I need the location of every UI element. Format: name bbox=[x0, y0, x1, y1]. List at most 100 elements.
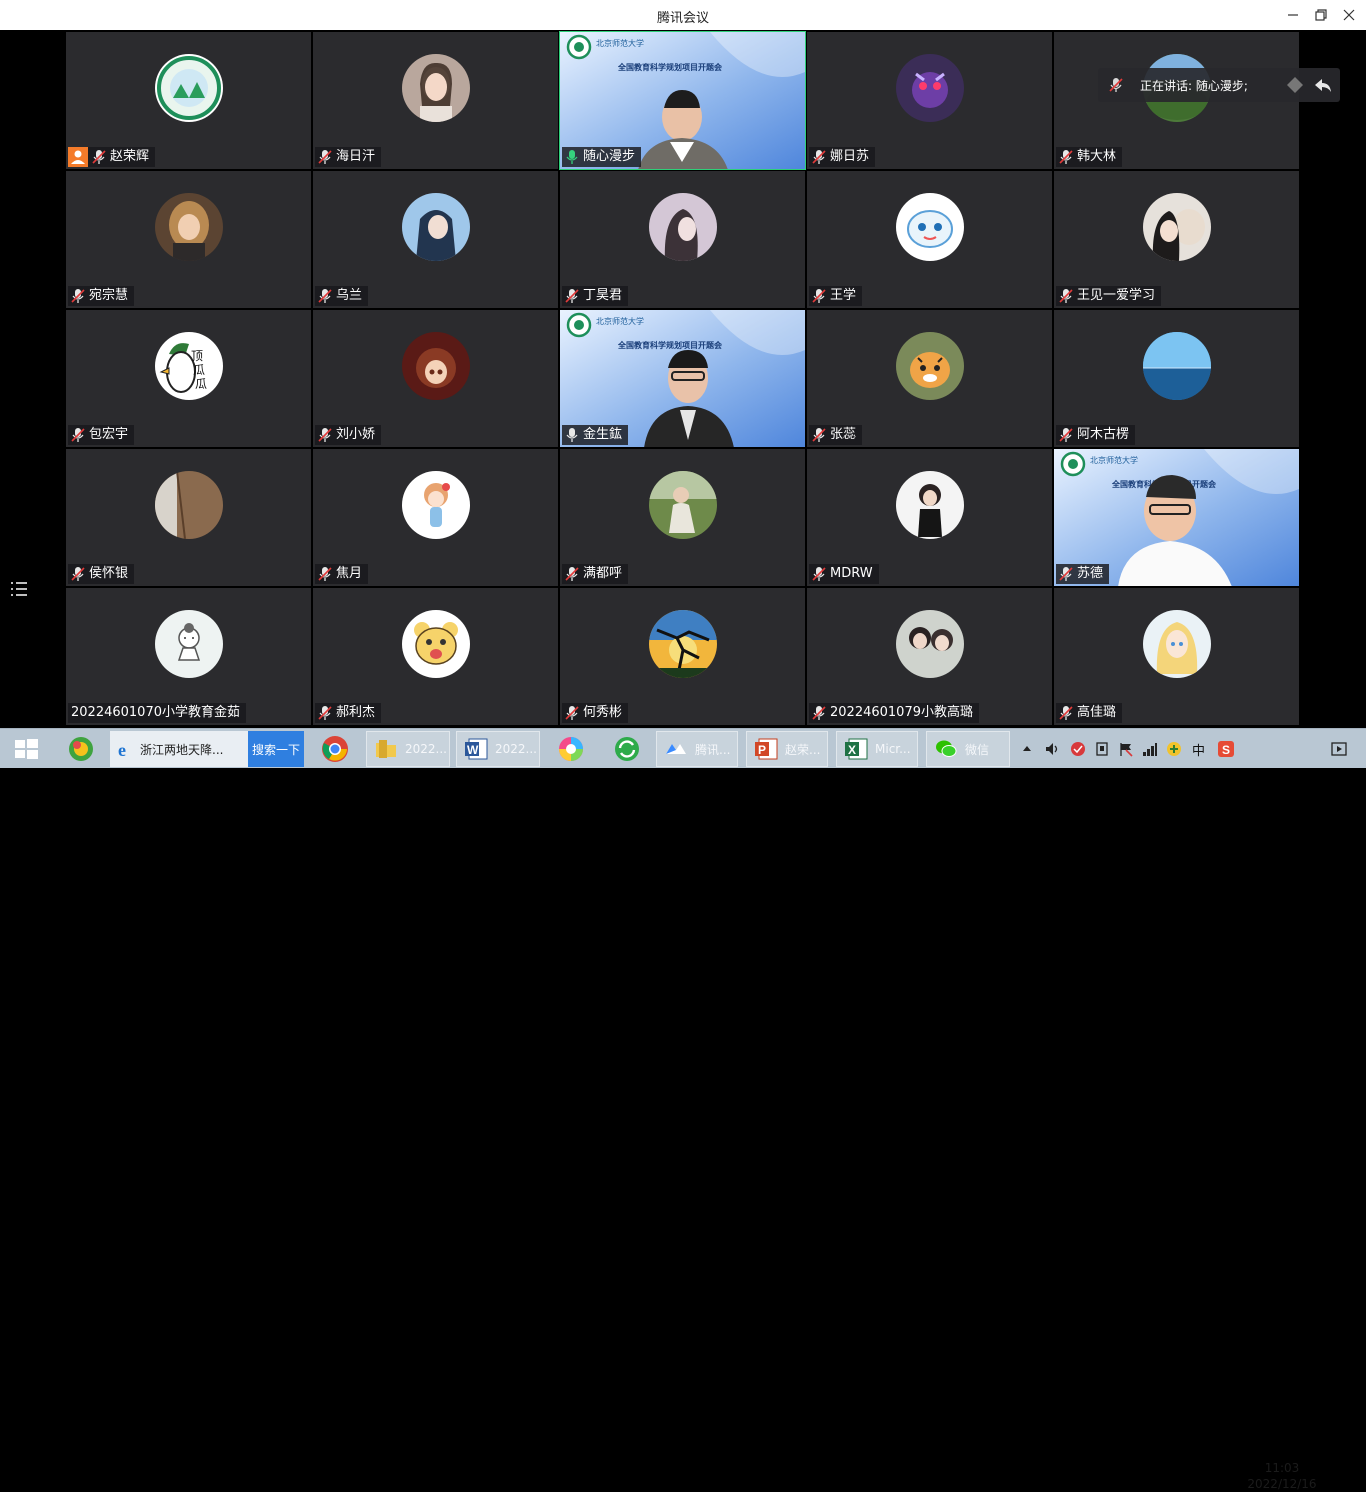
participant-tile[interactable]: 北京师范大学 全国教育科学规划项目开题会 随心漫步 bbox=[559, 31, 806, 170]
participant-tile[interactable]: MDRW bbox=[807, 449, 1052, 586]
plus-circle-icon[interactable] bbox=[1166, 741, 1182, 757]
sogou-icon[interactable]: S bbox=[1217, 740, 1235, 758]
windows-logo-icon[interactable] bbox=[8, 731, 44, 767]
expand-icon[interactable] bbox=[1284, 74, 1306, 96]
participant-nameplate: 王学 bbox=[809, 286, 863, 306]
participant-avatar bbox=[895, 193, 964, 261]
participant-nameplate: 刘小娇 bbox=[315, 425, 382, 445]
volume-icon[interactable] bbox=[1044, 741, 1060, 757]
mic-muted-icon bbox=[1059, 427, 1073, 443]
taskbar-window-button[interactable]: 腾讯... bbox=[656, 731, 738, 767]
participant-avatar bbox=[401, 610, 470, 678]
participant-tile[interactable]: 海日汗 bbox=[313, 32, 558, 169]
participant-name: 丁昊君 bbox=[583, 288, 623, 303]
minimize-icon[interactable] bbox=[1282, 4, 1304, 26]
restore-icon[interactable] bbox=[1310, 4, 1332, 26]
reply-icon[interactable] bbox=[1312, 74, 1334, 96]
participant-tile[interactable]: 丁昊君 bbox=[560, 171, 805, 308]
browser-360-icon[interactable] bbox=[62, 731, 100, 767]
svg-text:P: P bbox=[758, 743, 766, 757]
mic-muted-icon bbox=[92, 149, 106, 165]
mic-muted-icon bbox=[565, 705, 579, 721]
participant-avatar bbox=[1142, 193, 1211, 261]
participant-avatar bbox=[1142, 610, 1211, 678]
taskbar-window-button[interactable]: W 2022... bbox=[456, 731, 540, 767]
participant-tile[interactable]: 阿木古楞 bbox=[1054, 310, 1299, 447]
participant-nameplate: 阿木古楞 bbox=[1056, 425, 1136, 445]
taskbar-window-button[interactable]: 微信 bbox=[926, 731, 1010, 767]
participant-name: 刘小娇 bbox=[336, 427, 376, 442]
participant-name: 宛宗慧 bbox=[89, 288, 129, 303]
participant-tile[interactable]: 王见一爱学习 bbox=[1054, 171, 1299, 308]
participant-name: 20224601079小教高璐 bbox=[830, 705, 973, 720]
chrome-icon[interactable] bbox=[316, 731, 354, 767]
participant-tile[interactable]: 娜日苏 bbox=[807, 32, 1052, 169]
participant-nameplate: 郝利杰 bbox=[315, 703, 382, 723]
svg-text:北京师范大学: 北京师范大学 bbox=[596, 38, 644, 48]
svg-text:e: e bbox=[118, 740, 126, 759]
svg-text:X: X bbox=[848, 743, 856, 757]
participant-tile[interactable]: 北京师范大学全国教育科学规划项目开题会苏德 bbox=[1054, 449, 1299, 586]
participant-tile[interactable]: 顶瓜瓜包宏宇 bbox=[66, 310, 311, 447]
flag-icon[interactable] bbox=[1118, 741, 1134, 757]
participant-name: 乌兰 bbox=[336, 288, 363, 303]
powerpoint-icon: P bbox=[753, 736, 779, 762]
ime-indicator[interactable]: 中 bbox=[1192, 740, 1205, 759]
participant-tile[interactable]: 张蕊 bbox=[807, 310, 1052, 447]
notification-icon[interactable] bbox=[1326, 731, 1352, 767]
network-icon[interactable] bbox=[1094, 741, 1110, 757]
participant-nameplate: 焦月 bbox=[315, 564, 369, 584]
participant-avatar bbox=[154, 471, 223, 539]
colorful-app-icon[interactable] bbox=[552, 731, 590, 767]
participant-nameplate: 丁昊君 bbox=[562, 286, 629, 306]
signal-icon[interactable] bbox=[1142, 741, 1158, 757]
participant-tile[interactable]: 满都呼 bbox=[560, 449, 805, 586]
mic-muted-icon bbox=[71, 566, 85, 582]
mic-muted-icon bbox=[1109, 78, 1123, 92]
participant-name: 王见一爱学习 bbox=[1077, 288, 1156, 303]
participant-nameplate: 韩大林 bbox=[1056, 147, 1123, 167]
participant-tile[interactable]: 赵荣辉 bbox=[66, 32, 311, 169]
taskbar-window-button[interactable]: P 赵荣... bbox=[746, 731, 828, 767]
participant-name: 包宏宇 bbox=[89, 427, 129, 442]
clock[interactable]: 11:03 2022/12/16 bbox=[1244, 1460, 1320, 1492]
participant-tile[interactable]: 20224601079小教高璐 bbox=[807, 588, 1052, 725]
participant-avatar bbox=[648, 193, 717, 261]
participant-tile[interactable]: 侯怀银 bbox=[66, 449, 311, 586]
excel-icon: X bbox=[843, 736, 869, 762]
participant-tile[interactable]: 王学 bbox=[807, 171, 1052, 308]
search-box[interactable]: e 浙江两地天降... bbox=[110, 731, 248, 767]
participant-avatar: 顶瓜瓜 bbox=[154, 332, 223, 400]
participant-avatar bbox=[895, 332, 964, 400]
participant-nameplate: MDRW bbox=[809, 564, 879, 584]
mic-muted-icon bbox=[812, 566, 826, 582]
participant-tile[interactable]: 乌兰 bbox=[313, 171, 558, 308]
participant-tile[interactable]: 北京师范大学 全国教育科学规划项目开题会 金生鈜 bbox=[560, 310, 805, 447]
participant-tile[interactable]: 宛宗慧 bbox=[66, 171, 311, 308]
search-button[interactable]: 搜索一下 bbox=[248, 731, 304, 767]
refresh-app-icon[interactable] bbox=[608, 731, 646, 767]
participant-tile[interactable]: 何秀彬 bbox=[560, 588, 805, 725]
host-badge-icon bbox=[68, 147, 88, 167]
close-icon[interactable] bbox=[1338, 4, 1360, 26]
participant-tile[interactable]: 高佳璐 bbox=[1054, 588, 1299, 725]
participant-nameplate: 苏德 bbox=[1056, 564, 1110, 584]
taskbar-window-button[interactable]: X Micr... bbox=[836, 731, 918, 767]
chevron-up-icon[interactable] bbox=[1020, 742, 1034, 756]
participant-tile[interactable]: 郝利杰 bbox=[313, 588, 558, 725]
mic-muted-icon bbox=[1059, 288, 1073, 304]
taskbar-window-button[interactable]: 2022... bbox=[366, 731, 450, 767]
participant-tile[interactable]: 20224601070小学教育金茹 bbox=[66, 588, 311, 725]
participant-avatar bbox=[895, 54, 964, 122]
mic-muted-icon bbox=[318, 427, 332, 443]
participant-tile[interactable]: 焦月 bbox=[313, 449, 558, 586]
mic-muted-icon bbox=[71, 288, 85, 304]
mic-muted-icon bbox=[812, 149, 826, 165]
security-icon[interactable] bbox=[1070, 741, 1086, 757]
taskbar-window-label: Micr... bbox=[875, 742, 911, 756]
svg-text:全国教育科学规划项目开题会: 全国教育科学规划项目开题会 bbox=[617, 340, 722, 350]
participant-name: 阿木古楞 bbox=[1077, 427, 1130, 442]
mic-muted-icon bbox=[1059, 566, 1073, 582]
participant-tile[interactable]: 刘小娇 bbox=[313, 310, 558, 447]
participant-list-icon[interactable] bbox=[8, 578, 30, 600]
